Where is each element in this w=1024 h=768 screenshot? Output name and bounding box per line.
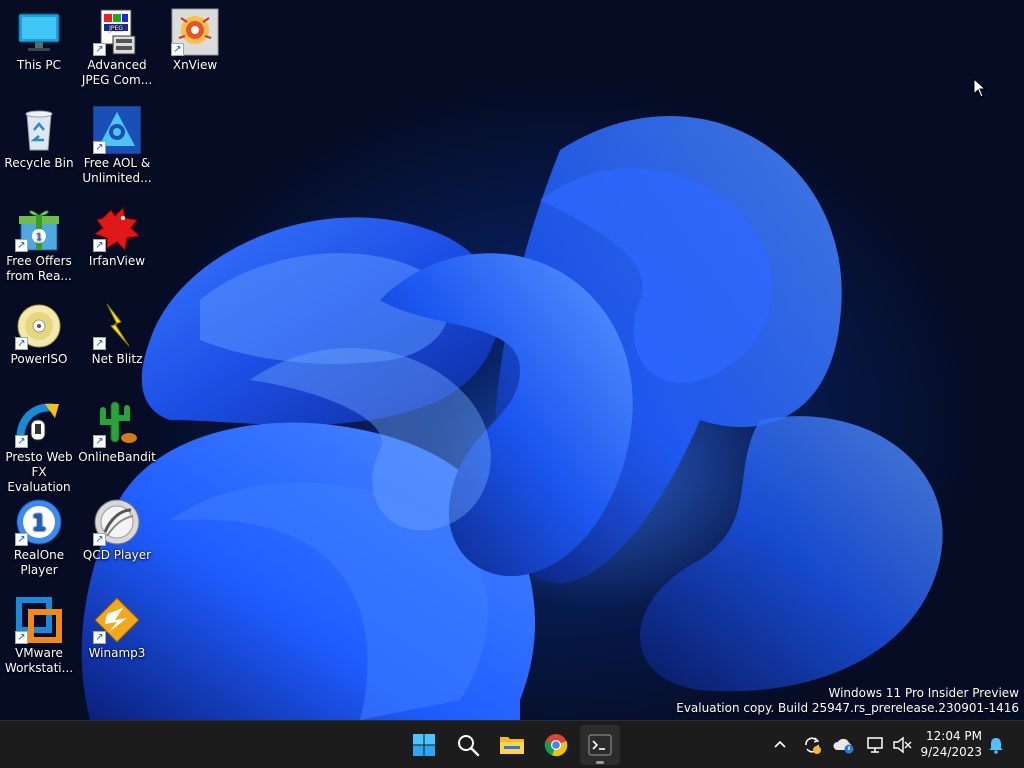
svg-text:1: 1 bbox=[31, 511, 46, 536]
desktop-icon-label: RealOne Player bbox=[13, 548, 65, 577]
desktop-icon-onlinebandit[interactable]: ↗ OnlineBandit bbox=[78, 400, 156, 465]
shortcut-arrow-icon: ↗ bbox=[15, 631, 28, 644]
desktop-icon-vmware[interactable]: ↗ VMware Workstati... bbox=[0, 596, 78, 676]
shortcut-arrow-icon: ↗ bbox=[93, 337, 106, 350]
monitor-icon bbox=[18, 13, 60, 51]
desktop-icon-realone[interactable]: 1 ↗ RealOne Player bbox=[0, 498, 78, 578]
recycle-bin-icon bbox=[25, 110, 53, 151]
sync-icon bbox=[805, 737, 821, 754]
chrome-icon bbox=[544, 734, 568, 757]
desktop-icon-aol[interactable]: ↗ Free AOL & Unlimited... bbox=[78, 106, 156, 186]
build-watermark: Windows 11 Pro Insider Preview Evaluatio… bbox=[676, 686, 1019, 716]
shortcut-arrow-icon: ↗ bbox=[93, 435, 106, 448]
tray-network-button[interactable] bbox=[864, 733, 888, 757]
watermark-line-build: Evaluation copy. Build 25947.rs_prerelea… bbox=[676, 701, 1019, 715]
bell-icon bbox=[989, 738, 1003, 754]
clock-date: 9/24/2023 bbox=[920, 745, 982, 759]
start-icon bbox=[413, 734, 435, 756]
desktop-icon-label: IrfanView bbox=[88, 254, 146, 268]
svg-text:1: 1 bbox=[36, 232, 42, 243]
desktop-icon-label: OnlineBandit bbox=[78, 450, 156, 464]
file-explorer-icon bbox=[500, 737, 524, 754]
clock-time: 12:04 PM bbox=[926, 729, 982, 743]
network-icon bbox=[867, 737, 883, 753]
desktop-icon-label: Presto Web FX Evaluation bbox=[5, 450, 73, 494]
desktop-icon-label: Free AOL & Unlimited... bbox=[82, 156, 152, 185]
desktop-icon-label: Advanced JPEG Com... bbox=[81, 58, 153, 87]
terminal-icon bbox=[588, 734, 612, 756]
svg-text:JPEG: JPEG bbox=[108, 25, 123, 32]
desktop-icon-label: PowerISO bbox=[10, 352, 68, 366]
desktop-icon-label: Net Blitz bbox=[91, 352, 143, 366]
desktop-icon-label: This PC bbox=[17, 58, 61, 72]
desktop-icon-label: VMware Workstati... bbox=[4, 646, 74, 675]
shortcut-arrow-icon: ↗ bbox=[93, 239, 106, 252]
file-explorer-button[interactable] bbox=[492, 725, 532, 765]
shortcut-arrow-icon: ↗ bbox=[15, 239, 28, 252]
terminal-button[interactable] bbox=[580, 725, 620, 765]
desktop[interactable]: This PC JPEG ↗ Advanced JPEG Com... ↗ Xn… bbox=[0, 0, 1024, 720]
desktop-icon-label: XnView bbox=[172, 58, 218, 72]
desktop-icon-advanced-jpeg[interactable]: JPEG ↗ Advanced JPEG Com... bbox=[78, 8, 156, 88]
shortcut-arrow-icon: ↗ bbox=[15, 435, 28, 448]
mouse-cursor-icon bbox=[973, 78, 987, 98]
running-indicator bbox=[596, 761, 604, 764]
desktop-icon-recycle-bin[interactable]: Recycle Bin bbox=[0, 106, 78, 171]
desktop-icon-label: Free Offers from Rea... bbox=[6, 254, 72, 283]
search-icon bbox=[458, 735, 480, 757]
desktop-icon-label: QCD Player bbox=[82, 548, 152, 562]
desktop-icon-qcd-player[interactable]: ↗ QCD Player bbox=[78, 498, 156, 563]
desktop-icon-winamp3[interactable]: ↗ Winamp3 bbox=[78, 596, 156, 661]
start-button[interactable] bbox=[404, 725, 444, 765]
taskbar: 12:04 PM 9/24/2023 bbox=[0, 720, 1024, 768]
onedrive-icon bbox=[833, 738, 854, 754]
shortcut-arrow-icon: ↗ bbox=[93, 533, 106, 546]
tray-sync-button[interactable] bbox=[800, 733, 824, 757]
desktop-icon-net-blitz[interactable]: ↗ Net Blitz bbox=[78, 302, 156, 367]
tray-volume-button[interactable] bbox=[890, 733, 914, 757]
shortcut-arrow-icon: ↗ bbox=[171, 43, 184, 56]
desktop-icon-label: Winamp3 bbox=[88, 646, 146, 660]
watermark-line-edition: Windows 11 Pro Insider Preview bbox=[828, 686, 1019, 700]
desktop-icon-label: Recycle Bin bbox=[4, 156, 74, 170]
clock[interactable]: 12:04 PM 9/24/2023 bbox=[920, 728, 982, 760]
shortcut-arrow-icon: ↗ bbox=[15, 533, 28, 546]
chrome-button[interactable] bbox=[536, 725, 576, 765]
tray-overflow-button[interactable] bbox=[768, 733, 792, 757]
desktop-icon-presto[interactable]: ↗ Presto Web FX Evaluation bbox=[0, 400, 78, 495]
desktop-icon-this-pc[interactable]: This PC bbox=[0, 8, 78, 73]
notification-center-button[interactable] bbox=[984, 733, 1008, 757]
volume-muted-icon bbox=[893, 736, 912, 754]
shortcut-arrow-icon: ↗ bbox=[93, 141, 106, 154]
shortcut-arrow-icon: ↗ bbox=[93, 43, 106, 56]
tray-onedrive-button[interactable] bbox=[832, 733, 856, 757]
desktop-icon-poweriso[interactable]: ↗ PowerISO bbox=[0, 302, 78, 367]
desktop-icon-irfanview[interactable]: ↗ IrfanView bbox=[78, 204, 156, 269]
desktop-icon-free-offers[interactable]: 1 ↗ Free Offers from Rea... bbox=[0, 204, 78, 284]
chevron-up-icon bbox=[774, 740, 786, 748]
shortcut-arrow-icon: ↗ bbox=[93, 631, 106, 644]
search-button[interactable] bbox=[448, 725, 488, 765]
desktop-icon-xnview[interactable]: ↗ XnView bbox=[156, 8, 234, 73]
shortcut-arrow-icon: ↗ bbox=[15, 337, 28, 350]
